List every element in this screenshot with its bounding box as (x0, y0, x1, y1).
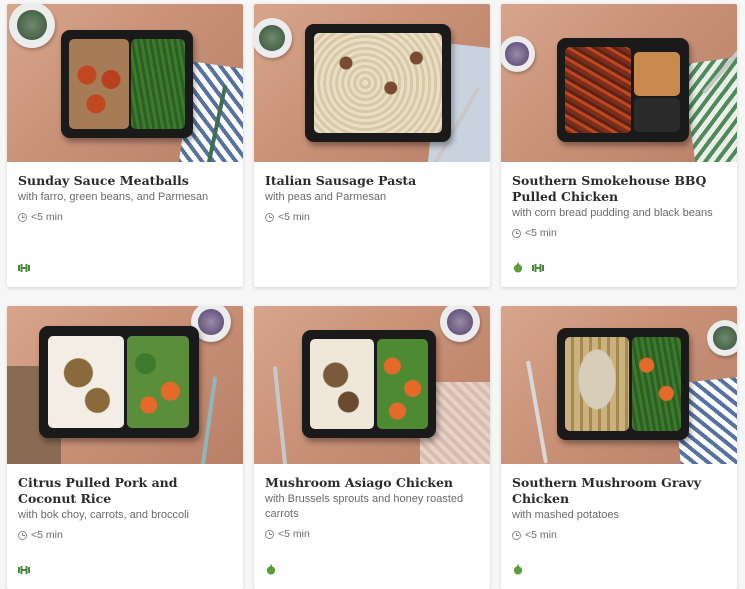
napkin-decoration (681, 56, 737, 162)
prep-time-label: <5 min (31, 529, 63, 541)
meal-tray (61, 30, 193, 138)
meal-photo (501, 4, 737, 162)
chopsticks-decoration (200, 376, 218, 464)
meal-subtitle: with Brussels sprouts and honey roasted … (265, 493, 464, 520)
clock-icon (18, 212, 27, 222)
prep-time: <5 min (265, 528, 479, 540)
apple-icon (266, 564, 276, 575)
meal-title[interactable]: Citrus Pulled Pork and Coconut Rice (18, 475, 232, 507)
protein-icon (18, 264, 30, 272)
meal-title[interactable]: Italian Sausage Pasta (265, 173, 479, 189)
prep-time: <5 min (512, 529, 726, 541)
meal-subtitle: with peas and Parmesan (265, 191, 387, 203)
meal-badges (18, 263, 30, 273)
meal-tray (557, 38, 689, 142)
plant-decoration (501, 36, 535, 72)
clock-icon (265, 212, 274, 222)
meal-tray (39, 326, 199, 438)
clock-icon (265, 529, 274, 539)
plant-decoration (707, 320, 737, 356)
prep-time-label: <5 min (31, 211, 63, 223)
meal-badges (512, 262, 544, 273)
prep-time-label: <5 min (525, 227, 557, 239)
plant-decoration (9, 4, 55, 48)
protein-icon (18, 566, 30, 574)
meal-title[interactable]: Southern Smokehouse BBQ Pulled Chicken (512, 173, 726, 205)
prep-time-label: <5 min (278, 211, 310, 223)
meal-card-sunday-sauce-meatballs[interactable]: Sunday Sauce Meatballs with farro, green… (7, 4, 243, 287)
plant-decoration (254, 18, 292, 58)
meal-title[interactable]: Sunday Sauce Meatballs (18, 173, 232, 189)
meal-card-mushroom-asiago-chicken[interactable]: Mushroom Asiago Chicken with Brussels sp… (254, 306, 490, 589)
meal-subtitle: with corn bread pudding and black beans (512, 207, 713, 219)
meal-tray (305, 24, 451, 142)
prep-time-label: <5 min (278, 528, 310, 540)
meal-badges (512, 564, 524, 575)
protein-icon (532, 263, 544, 272)
prep-time: <5 min (265, 211, 479, 223)
meal-tray (557, 328, 689, 440)
meal-card-citrus-pulled-pork[interactable]: Citrus Pulled Pork and Coconut Rice with… (7, 306, 243, 589)
meal-title[interactable]: Mushroom Asiago Chicken (265, 475, 479, 491)
meal-card-italian-sausage-pasta[interactable]: Italian Sausage Pasta with peas and Parm… (254, 4, 490, 287)
meal-subtitle: with bok choy, carrots, and broccoli (18, 509, 189, 521)
clock-icon (512, 228, 521, 238)
meal-card-southern-mushroom-gravy-chicken[interactable]: Southern Mushroom Gravy Chicken with mas… (501, 306, 737, 589)
meal-photo (254, 4, 490, 162)
apple-icon (513, 262, 523, 273)
clock-icon (512, 530, 521, 540)
meal-grid: Sunday Sauce Meatballs with farro, green… (0, 0, 745, 589)
meal-badges (18, 565, 30, 575)
meal-photo (254, 306, 490, 464)
apple-icon (513, 564, 523, 575)
fork-decoration (272, 366, 288, 464)
prep-time: <5 min (512, 227, 726, 239)
meal-tray (302, 330, 436, 438)
clock-icon (18, 530, 27, 540)
meal-subtitle: with farro, green beans, and Parmesan (18, 191, 209, 203)
fork-decoration (526, 360, 548, 464)
meal-photo (7, 4, 243, 162)
meal-title[interactable]: Southern Mushroom Gravy Chicken (512, 475, 726, 507)
meal-photo (501, 306, 737, 464)
meal-subtitle: with mashed potatoes (512, 509, 620, 521)
meal-card-southern-smokehouse-bbq-pulled-chicken[interactable]: Southern Smokehouse BBQ Pulled Chicken w… (501, 4, 737, 287)
meal-badges (265, 564, 277, 575)
meal-photo (7, 306, 243, 464)
plant-decoration (440, 306, 480, 342)
prep-time: <5 min (18, 211, 232, 223)
prep-time: <5 min (18, 529, 232, 541)
prep-time-label: <5 min (525, 529, 557, 541)
